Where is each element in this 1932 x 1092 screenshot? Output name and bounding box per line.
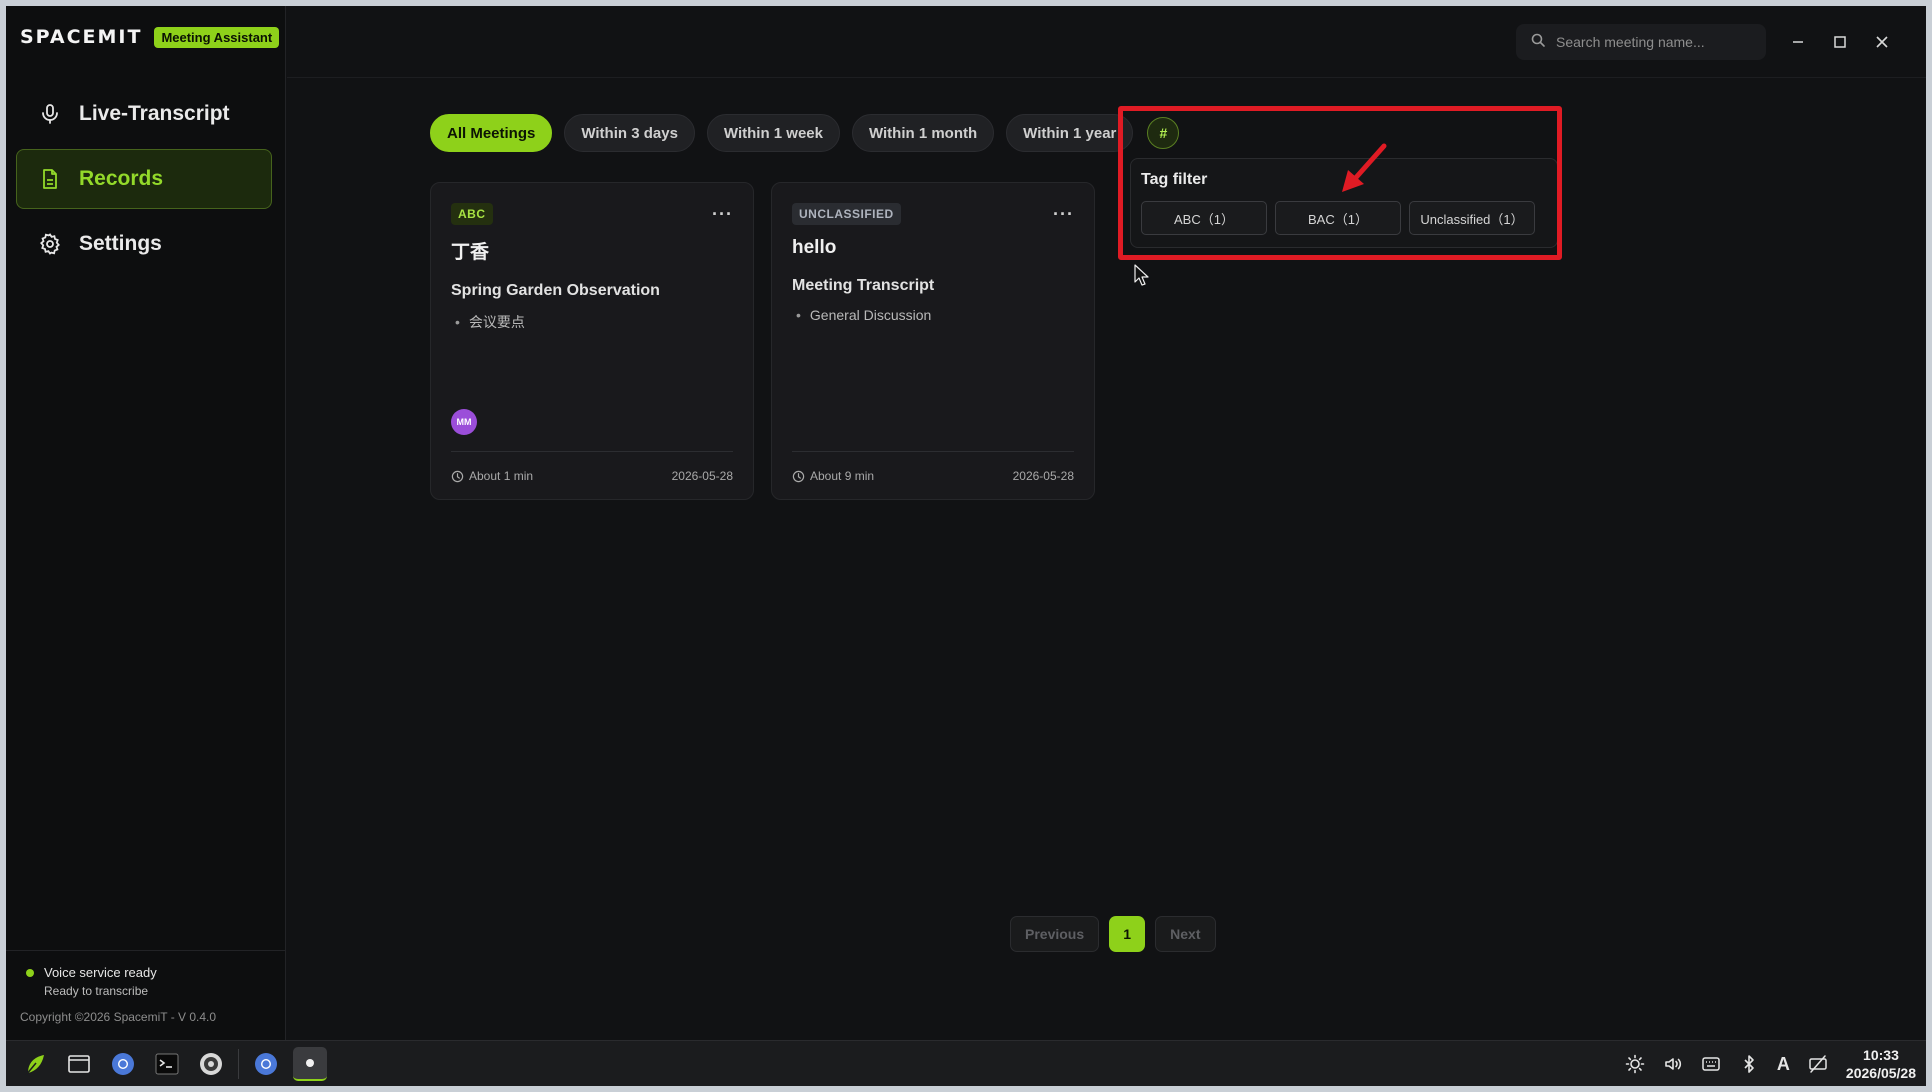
filter-within-1-month[interactable]: Within 1 month [851,114,995,152]
card-tag-badge: ABC [451,203,493,225]
minimize-button[interactable] [1784,28,1812,56]
previous-page-button[interactable]: Previous [1010,916,1100,952]
tag-option-unclassified[interactable]: Unclassified（1） [1409,201,1535,235]
card-date: 2026-05-28 [1012,469,1074,483]
close-icon [1876,36,1888,48]
clock-date: 2026/05/28 [1845,1065,1916,1081]
mouse-cursor-icon [1134,264,1149,286]
sidebar-footer: Voice service ready Ready to transcribe … [6,950,286,1040]
time-filters: All Meetings Within 3 days Within 1 week… [430,114,1180,152]
start-menu-button[interactable] [18,1047,52,1081]
status-subtitle: Ready to transcribe [44,984,149,998]
search-input[interactable] [1556,34,1756,50]
card-bullet: General Discussion [792,307,1074,323]
tag-filter-title: Tag filter [1141,171,1208,188]
tag-filter-button[interactable]: # [1147,117,1180,149]
voice-status: Voice service ready Ready to transcribe [20,965,272,998]
tag-filter-popover: Tag filter ABC（1） BAC（1） Unclassified（1） [1130,158,1558,248]
clock-time: 10:33 [1863,1047,1899,1063]
topbar [287,6,1926,78]
sidebar-item-live-transcript[interactable]: Live-Transcript [16,84,272,144]
card-duration: About 9 min [810,469,875,483]
volume-icon[interactable] [1663,1054,1683,1074]
clock-icon [451,470,464,482]
minimize-icon [1793,41,1803,43]
tag-filter-options: ABC（1） BAC（1） Unclassified（1） [1141,201,1547,235]
tag-option-abc[interactable]: ABC（1） [1141,201,1267,235]
sidebar-item-label: Records [79,167,164,190]
app-dot-icon [306,1059,314,1067]
taskbar-separator [238,1049,239,1079]
system-settings-button[interactable] [194,1047,228,1081]
microphone-icon [37,101,63,127]
browser-button[interactable] [106,1047,140,1081]
bluetooth-icon[interactable] [1739,1054,1759,1074]
card-title: hello [792,237,837,258]
meeting-assistant-window-button[interactable] [293,1047,327,1081]
filter-within-1-year[interactable]: Within 1 year [1006,114,1134,152]
card-subtitle: Spring Garden Observation [451,282,660,299]
leaf-logo-icon [25,1055,44,1076]
card-subtitle: Meeting Transcript [792,277,935,294]
filter-within-1-week[interactable]: Within 1 week [706,114,840,152]
input-method-indicator[interactable]: A [1777,1054,1790,1075]
card-bullet: 会议要点 [451,312,733,332]
tag-option-bac[interactable]: BAC（1） [1275,201,1401,235]
more-options-icon[interactable]: ··· [712,204,733,225]
card-duration: About 1 min [469,469,534,483]
pagination: Previous 1 Next [1010,916,1216,952]
screen: SPACEMIT Meeting Assistant Live-Transcri… [6,6,1926,1086]
network-disconnected-icon[interactable] [1808,1054,1828,1074]
sidebar: SPACEMIT Meeting Assistant Live-Transcri… [6,6,286,1040]
sidebar-item-records[interactable]: Records [16,149,272,209]
terminal-icon [155,1053,179,1075]
search-box[interactable] [1516,24,1766,60]
brand: SPACEMIT Meeting Assistant [20,26,280,48]
gear-icon [37,231,63,257]
status-title: Voice service ready [44,965,157,980]
chrome-icon [255,1053,277,1075]
taskbar-clock[interactable]: 10:33 2026/05/28 [1846,1046,1916,1082]
search-icon [1530,32,1546,53]
maximize-icon [1834,36,1846,48]
status-dot-icon [26,969,34,977]
meeting-card[interactable]: UNCLASSIFIED ··· hello Meeting Transcrip… [771,182,1095,500]
next-page-button[interactable]: Next [1155,916,1216,952]
close-button[interactable] [1868,28,1896,56]
more-options-icon[interactable]: ··· [1053,204,1074,225]
card-title: 丁香 [451,242,490,263]
sidebar-item-label: Live-Transcript [79,102,230,125]
browser-window-button[interactable] [249,1047,283,1081]
window-icon [68,1055,90,1073]
chrome-icon [112,1053,134,1075]
card-tag-badge: UNCLASSIFIED [792,203,901,225]
keyboard-icon[interactable] [1701,1054,1721,1074]
app-badge: Meeting Assistant [154,26,280,48]
settings-dial-icon [200,1053,222,1075]
card-divider [792,451,1074,452]
document-icon [37,166,63,192]
terminal-button[interactable] [150,1047,184,1081]
page-1-button[interactable]: 1 [1109,916,1146,952]
brightness-icon[interactable] [1625,1054,1645,1074]
app-logo: SPACEMIT [20,26,143,48]
card-date: 2026-05-28 [671,469,733,483]
file-manager-button[interactable] [62,1047,96,1081]
sidebar-item-settings[interactable]: Settings [16,214,272,274]
avatar: MM [451,409,477,435]
maximize-button[interactable] [1826,28,1854,56]
card-divider [451,451,733,452]
filter-all-meetings[interactable]: All Meetings [430,114,553,152]
taskbar: A 10:33 2026/05/28 [6,1040,1926,1086]
copyright: Copyright ©2026 SpacemiT - V 0.4.0 [20,1010,217,1024]
meeting-card[interactable]: ABC ··· 丁香 Spring Garden Observation 会议要… [430,182,754,500]
sidebar-nav: Live-Transcript Records Settings [16,84,272,279]
filter-within-3-days[interactable]: Within 3 days [564,114,695,152]
sidebar-item-label: Settings [79,232,162,255]
clock-icon [792,470,805,482]
